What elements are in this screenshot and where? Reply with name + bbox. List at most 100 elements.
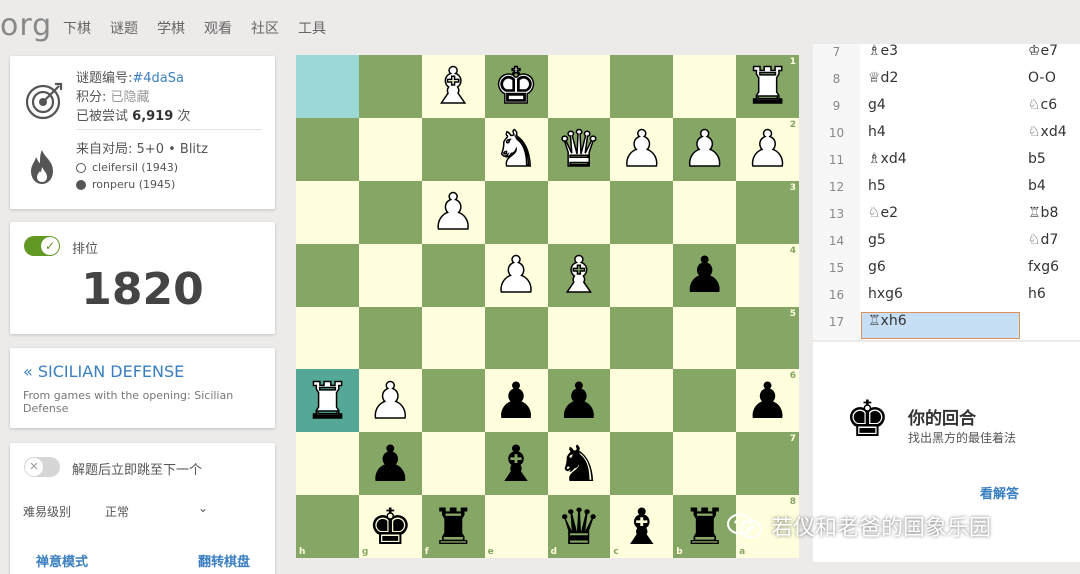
- board-square[interactable]: [610, 369, 674, 433]
- nav-watch[interactable]: 观看: [204, 18, 232, 38]
- black-move[interactable]: ♘xd4: [1028, 124, 1067, 140]
- board-square[interactable]: [610, 243, 674, 307]
- board-square[interactable]: ♝: [421, 55, 485, 118]
- board-square[interactable]: [421, 432, 485, 496]
- board-square[interactable]: ♟: [421, 180, 485, 244]
- board-square[interactable]: [421, 243, 485, 307]
- board-square[interactable]: h: [296, 495, 359, 558]
- black-pawn-icon[interactable]: ♟: [368, 439, 413, 489]
- white-rook-icon[interactable]: ♜: [744, 61, 790, 113]
- black-move[interactable]: ♘d7: [1028, 232, 1058, 248]
- white-pawn-icon[interactable]: ♟: [367, 375, 413, 427]
- board-square[interactable]: [673, 432, 737, 496]
- black-knight-icon[interactable]: ♞: [557, 439, 602, 489]
- white-pawn-icon[interactable]: ♟: [430, 186, 476, 238]
- board-square[interactable]: 3: [736, 180, 799, 244]
- board-square[interactable]: ♜ f: [421, 495, 485, 558]
- white-move[interactable]: ♕d2: [868, 70, 898, 86]
- white-king-icon[interactable]: ♚: [493, 61, 539, 113]
- board-square[interactable]: ♜ 1: [736, 55, 799, 118]
- black-rook-icon[interactable]: ♜: [682, 502, 727, 552]
- board-square[interactable]: [610, 180, 674, 244]
- board-square[interactable]: 5: [736, 306, 799, 370]
- black-move[interactable]: fxg6: [1028, 259, 1059, 275]
- white-queen-icon[interactable]: ♛: [556, 124, 602, 176]
- nav-play[interactable]: 下棋: [63, 18, 91, 38]
- white-rook-icon[interactable]: ♜: [304, 375, 350, 427]
- white-pawn-icon[interactable]: ♟: [619, 124, 665, 176]
- board-square[interactable]: [296, 432, 359, 496]
- board-square[interactable]: [610, 432, 674, 496]
- board-square[interactable]: [673, 306, 737, 370]
- difficulty-select[interactable]: 正常: [105, 503, 129, 520]
- white-move[interactable]: h5: [868, 178, 886, 194]
- white-move[interactable]: g6: [868, 259, 886, 275]
- board-square[interactable]: ♝: [484, 432, 548, 496]
- white-bishop-icon[interactable]: ♝: [430, 61, 476, 113]
- board-square[interactable]: ♚: [484, 55, 548, 118]
- white-bishop-icon[interactable]: ♝: [556, 249, 602, 301]
- board-square[interactable]: ♞: [484, 117, 548, 181]
- zen-mode-button[interactable]: 禅意模式: [36, 551, 88, 570]
- board-square[interactable]: ♚ g: [358, 495, 422, 558]
- white-move[interactable]: ♗xd4: [868, 151, 907, 167]
- chevron-down-icon[interactable]: ⌄: [198, 501, 208, 515]
- board-square[interactable]: [296, 55, 359, 118]
- board-square[interactable]: [610, 306, 674, 370]
- board-square[interactable]: [484, 180, 548, 244]
- board-square[interactable]: [296, 306, 359, 370]
- black-pawn-icon[interactable]: ♟: [494, 376, 539, 426]
- black-move[interactable]: O-O: [1028, 70, 1056, 86]
- board-square[interactable]: ♟: [673, 117, 737, 181]
- black-move[interactable]: ♖b8: [1028, 205, 1058, 221]
- board-square[interactable]: 7: [736, 432, 799, 496]
- black-queen-icon[interactable]: ♛: [557, 502, 602, 552]
- game-type[interactable]: 5+0 • Blitz: [137, 142, 208, 157]
- white-move[interactable]: hxg6: [868, 286, 903, 302]
- board-square[interactable]: ♟: [358, 369, 422, 433]
- board-square[interactable]: ♟: [547, 369, 611, 433]
- white-player[interactable]: cleifersil (1943): [76, 159, 208, 176]
- board-square[interactable]: [358, 117, 422, 181]
- black-bishop-icon[interactable]: ♝: [494, 439, 539, 489]
- board-square[interactable]: ♟: [484, 369, 548, 433]
- board-square[interactable]: ♟ 2: [736, 117, 799, 181]
- view-solution-button[interactable]: 看解答: [980, 483, 1019, 502]
- board-square[interactable]: e: [484, 495, 548, 558]
- black-pawn-icon[interactable]: ♟: [557, 376, 602, 426]
- board-square[interactable]: [358, 180, 422, 244]
- white-pawn-icon[interactable]: ♟: [682, 124, 728, 176]
- white-knight-icon[interactable]: ♞: [493, 124, 539, 176]
- board-square[interactable]: ♟: [673, 243, 737, 307]
- board-square[interactable]: ♝: [547, 243, 611, 307]
- nav-puzzles[interactable]: 谜题: [110, 18, 138, 38]
- board-square[interactable]: ♟: [484, 243, 548, 307]
- board-square[interactable]: [610, 55, 674, 118]
- board-square[interactable]: [358, 55, 422, 118]
- board-square[interactable]: ♟ 6: [736, 369, 799, 433]
- board-square[interactable]: [673, 369, 737, 433]
- theme-link[interactable]: « SICILIAN DEFENSE: [23, 362, 184, 381]
- board-square[interactable]: [547, 55, 611, 118]
- black-move[interactable]: b4: [1028, 178, 1046, 194]
- board-square[interactable]: [547, 306, 611, 370]
- nav-learn[interactable]: 学棋: [157, 18, 185, 38]
- white-move[interactable]: g4: [868, 97, 886, 113]
- board-square[interactable]: ♛ d: [547, 495, 611, 558]
- black-player[interactable]: ronperu (1945): [76, 176, 208, 193]
- board-square[interactable]: [421, 369, 485, 433]
- board-square[interactable]: ♜: [296, 369, 359, 433]
- board-square[interactable]: 4: [736, 243, 799, 307]
- white-pawn-icon[interactable]: ♟: [493, 249, 539, 301]
- black-move[interactable]: ♘c6: [1028, 97, 1057, 113]
- black-pawn-icon[interactable]: ♟: [745, 376, 790, 426]
- board-square[interactable]: [358, 306, 422, 370]
- white-move[interactable]: g5: [868, 232, 886, 248]
- white-move[interactable]: ♘e2: [868, 205, 898, 221]
- board-square[interactable]: ♞: [547, 432, 611, 496]
- black-move[interactable]: b5: [1028, 151, 1046, 167]
- black-rook-icon[interactable]: ♜: [431, 502, 476, 552]
- board-square[interactable]: [673, 55, 737, 118]
- nav-tools[interactable]: 工具: [298, 18, 326, 38]
- nav-community[interactable]: 社区: [251, 18, 279, 38]
